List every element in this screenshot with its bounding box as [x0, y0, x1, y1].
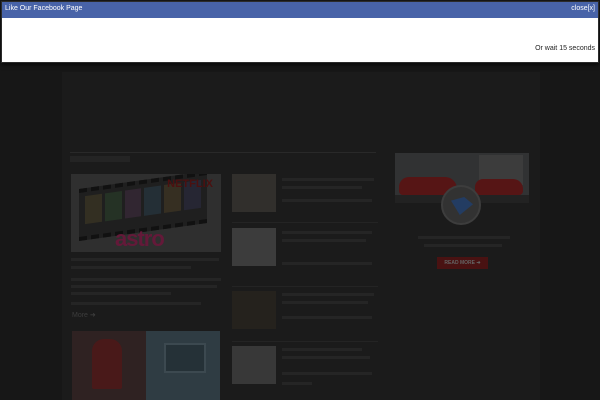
close-button[interactable]: close[x] — [571, 5, 595, 12]
wait-countdown-text: Or wait 15 seconds — [535, 45, 595, 52]
facebook-like-modal: Like Our Facebook Page close[x] Or wait … — [1, 1, 599, 63]
modal-header: Like Our Facebook Page close[x] — [2, 2, 598, 18]
modal-title: Like Our Facebook Page — [5, 5, 83, 12]
